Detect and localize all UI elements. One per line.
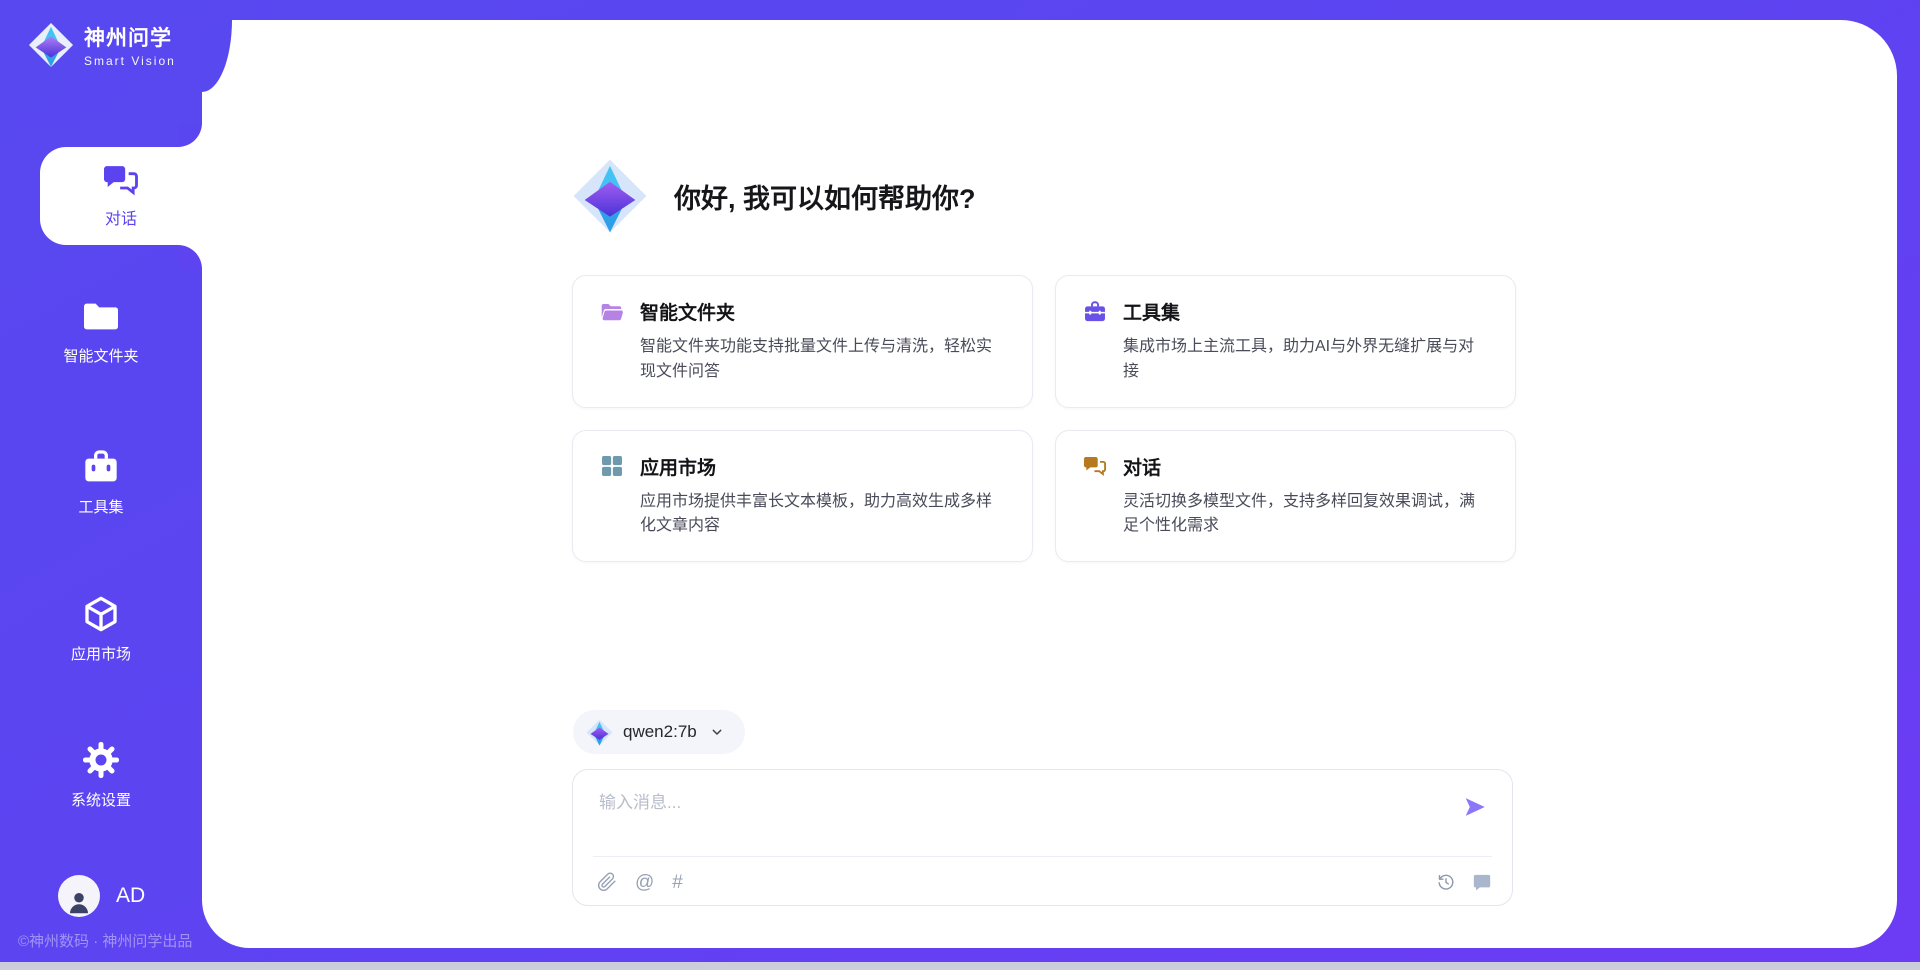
- greeting-row: 你好, 我可以如何帮助你?: [572, 158, 976, 234]
- card-smart-folder[interactable]: 智能文件夹 智能文件夹功能支持批量文件上传与清洗，轻松实现文件问答: [572, 275, 1033, 408]
- sidebar-item-settings[interactable]: 系统设置: [0, 740, 202, 810]
- card-title: 智能文件夹: [640, 298, 735, 325]
- toolbox-icon: [81, 447, 121, 487]
- card-title: 对话: [1123, 453, 1161, 480]
- sidebar-item-toolset[interactable]: 工具集: [0, 447, 202, 517]
- chat-icon: [1082, 453, 1108, 479]
- cube-icon: [81, 594, 121, 634]
- person-icon: [64, 887, 94, 917]
- greeting-title: 你好, 我可以如何帮助你?: [674, 177, 976, 216]
- sidebar-item-chat[interactable]: 对话: [40, 147, 202, 245]
- copyright-text: ©神州数码 · 神州问学出品: [18, 930, 192, 951]
- folder-icon: [81, 296, 121, 336]
- gear-icon: [81, 740, 121, 780]
- model-name: qwen2:7b: [623, 722, 697, 742]
- history-icon: [1436, 872, 1456, 892]
- chevron-down-icon: [709, 724, 725, 740]
- sidebar: 神州问学 Smart Vision 对话 智能文件夹: [0, 0, 202, 970]
- briefcase-icon: [1082, 299, 1108, 325]
- sidebar-item-label: 工具集: [0, 496, 202, 517]
- card-toolset[interactable]: 工具集 集成市场上主流工具，助力AI与外界无缝扩展与对接: [1055, 275, 1516, 408]
- card-title: 工具集: [1123, 298, 1180, 325]
- user-row: AD: [58, 875, 145, 917]
- hash-icon: #: [672, 873, 683, 892]
- message-input-card: @ #: [572, 769, 1513, 906]
- card-description: 集成市场上主流工具，助力AI与外界无缝扩展与对接: [1123, 335, 1489, 385]
- feature-cards: 智能文件夹 智能文件夹功能支持批量文件上传与清洗，轻松实现文件问答 工具集 集成…: [572, 275, 1516, 562]
- bottom-strip: [0, 962, 1920, 970]
- send-icon: [1462, 794, 1488, 820]
- chat-icon: [101, 160, 141, 200]
- main-panel: 你好, 我可以如何帮助你? 智能文件夹 智能文件夹功能支持批量文件上传与清洗，轻…: [202, 20, 1897, 948]
- input-divider: [593, 856, 1492, 857]
- send-button[interactable]: [1462, 794, 1488, 820]
- sidebar-item-label: 应用市场: [0, 643, 202, 664]
- user-name: AD: [116, 884, 145, 908]
- sidebar-item-label: 系统设置: [0, 789, 202, 810]
- avatar[interactable]: [58, 875, 100, 917]
- sidebar-item-app-market[interactable]: 应用市场: [0, 594, 202, 664]
- card-title: 应用市场: [640, 453, 716, 480]
- app-window: 你好, 我可以如何帮助你? 智能文件夹 智能文件夹功能支持批量文件上传与清洗，轻…: [0, 0, 1920, 970]
- model-selector[interactable]: qwen2:7b: [573, 710, 745, 754]
- input-toolbar: @ #: [597, 867, 1492, 897]
- card-chat[interactable]: 对话 灵活切换多模型文件，支持多样回复效果调试，满足个性化需求: [1055, 430, 1516, 563]
- paperclip-icon: [597, 872, 617, 892]
- sidebar-item-smart-folder[interactable]: 智能文件夹: [0, 296, 202, 366]
- sidebar-item-label: 对话: [40, 205, 202, 229]
- brand-subtitle: Smart Vision: [84, 54, 176, 68]
- new-chat-button[interactable]: [1472, 872, 1492, 892]
- brand-gem-icon: [586, 719, 613, 746]
- history-button[interactable]: [1436, 872, 1456, 892]
- card-description: 应用市场提供丰富长文本模板，助力高效生成多样化文章内容: [640, 490, 1006, 540]
- brand-name: 神州问学: [84, 22, 176, 52]
- sidebar-item-label: 智能文件夹: [0, 345, 202, 366]
- tab-fillet-top: [178, 123, 202, 147]
- card-app-market[interactable]: 应用市场 应用市场提供丰富长文本模板，助力高效生成多样化文章内容: [572, 430, 1033, 563]
- brand-gem-icon: [572, 158, 648, 234]
- attach-button[interactable]: [597, 872, 617, 892]
- brand-logo: 神州问学 Smart Vision: [28, 22, 176, 68]
- message-square-icon: [1472, 872, 1492, 892]
- card-description: 灵活切换多模型文件，支持多样回复效果调试，满足个性化需求: [1123, 490, 1489, 540]
- message-input[interactable]: [599, 788, 1448, 832]
- folder-icon: [599, 299, 625, 325]
- mention-button[interactable]: @: [635, 873, 654, 892]
- brand-gem-icon: [28, 22, 74, 68]
- tab-fillet-bottom: [178, 245, 202, 269]
- grid-icon: [599, 453, 625, 479]
- at-icon: @: [635, 873, 654, 892]
- card-description: 智能文件夹功能支持批量文件上传与清洗，轻松实现文件问答: [640, 335, 1006, 385]
- topic-button[interactable]: #: [672, 873, 683, 892]
